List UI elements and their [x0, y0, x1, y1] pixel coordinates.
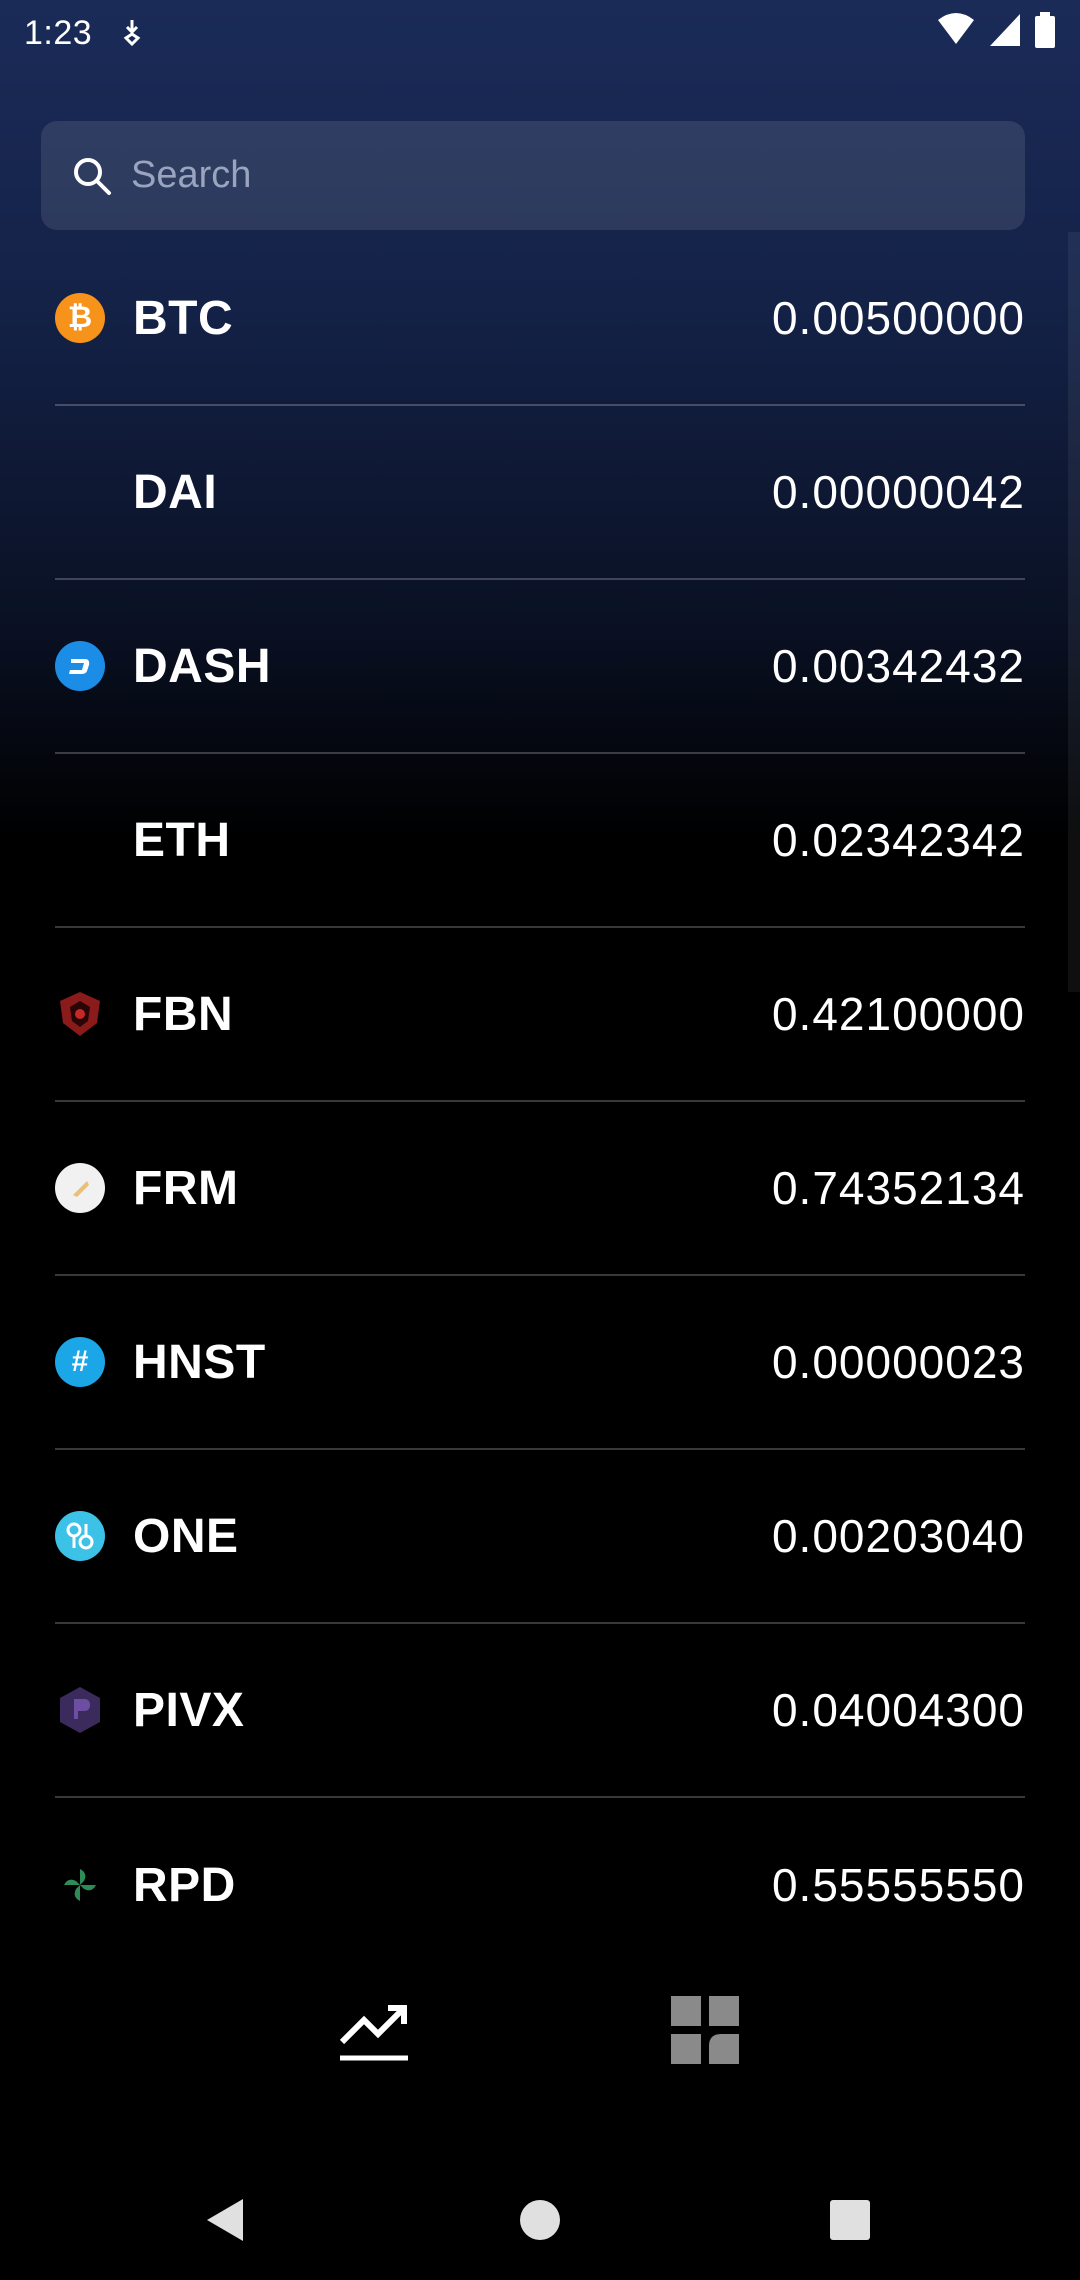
recents-icon — [830, 2200, 870, 2240]
harmony-one-icon — [55, 1511, 105, 1561]
coin-symbol: DAI — [133, 465, 218, 519]
coin-symbol: ONE — [133, 1509, 239, 1563]
back-icon — [207, 2199, 243, 2241]
home-button[interactable] — [510, 2190, 570, 2250]
download-notification-icon — [123, 20, 141, 47]
coin-row-dai[interactable]: DAI 0.00000042 — [55, 406, 1025, 580]
bottom-nav — [0, 1960, 1080, 2100]
coin-value: 0.04004300 — [771, 1684, 1025, 1736]
coin-value: 0.74352134 — [771, 1162, 1025, 1214]
coin-row-hnst[interactable]: # HNST 0.00000023 — [55, 1276, 1025, 1450]
coin-symbol: HNST — [133, 1335, 266, 1389]
coin-value: 0.00500000 — [771, 292, 1025, 344]
coin-row-rpd[interactable]: RPD 0.55555550 — [55, 1798, 1025, 1972]
hnst-icon: # — [55, 1337, 105, 1387]
pivx-icon — [55, 1685, 105, 1735]
coin-value: 0.02342342 — [771, 814, 1025, 866]
coin-list: ₿ BTC 0.00500000 DAI 0.00000042 DASH 0.0… — [55, 232, 1025, 1972]
bitcoin-icon: ₿ — [55, 293, 105, 343]
trending-up-icon — [339, 2005, 408, 2061]
coin-value: 0.42100000 — [771, 988, 1025, 1040]
status-time: 1:23 — [24, 13, 93, 52]
search-icon — [74, 157, 111, 195]
dashboard-icon — [671, 1996, 739, 2064]
nav-dashboard-button[interactable] — [665, 1990, 745, 2070]
status-icons — [936, 12, 1056, 48]
coin-row-pivx[interactable]: PIVX 0.04004300 — [55, 1624, 1025, 1798]
nav-trending-button[interactable] — [334, 1990, 414, 2070]
dai-icon — [55, 467, 105, 517]
coin-row-frm[interactable]: FRM 0.74352134 — [55, 1102, 1025, 1276]
cellular-signal-icon — [990, 14, 1020, 46]
coin-row-dash[interactable]: DASH 0.00342432 — [55, 580, 1025, 754]
coin-value: 0.00203040 — [771, 1510, 1025, 1562]
status-bar: 1:23 — [0, 0, 1080, 66]
scrollbar[interactable] — [1068, 232, 1080, 992]
frm-icon — [55, 1163, 105, 1213]
coin-symbol: ETH — [133, 813, 231, 867]
coin-value: 0.55555550 — [771, 1859, 1025, 1911]
system-nav-bar — [0, 2160, 1080, 2280]
coin-row-eth[interactable]: ETH 0.02342342 — [55, 754, 1025, 928]
coin-row-fbn[interactable]: FBN 0.42100000 — [55, 928, 1025, 1102]
coin-value: 0.00000042 — [771, 466, 1025, 518]
dash-icon — [55, 641, 105, 691]
coin-symbol: RPD — [133, 1858, 236, 1912]
eth-icon — [55, 815, 105, 865]
back-button[interactable] — [195, 2190, 255, 2250]
coin-symbol: FBN — [133, 987, 234, 1041]
coin-symbol: PIVX — [133, 1683, 245, 1737]
coin-value: 0.00342432 — [771, 640, 1025, 692]
coin-symbol: FRM — [133, 1161, 239, 1215]
wifi-icon — [938, 13, 974, 44]
search-input[interactable] — [131, 154, 991, 197]
coin-value: 0.00000023 — [771, 1336, 1025, 1388]
search-bar[interactable] — [41, 121, 1025, 230]
fbn-icon — [55, 989, 105, 1039]
coin-symbol: DASH — [133, 639, 272, 693]
rpd-icon — [55, 1860, 105, 1910]
coin-row-one[interactable]: ONE 0.00203040 — [55, 1450, 1025, 1624]
coin-symbol: BTC — [133, 291, 234, 345]
coin-row-btc[interactable]: ₿ BTC 0.00500000 — [55, 232, 1025, 406]
recents-button[interactable] — [820, 2190, 880, 2250]
battery-icon — [1035, 12, 1055, 48]
home-icon — [520, 2200, 560, 2240]
